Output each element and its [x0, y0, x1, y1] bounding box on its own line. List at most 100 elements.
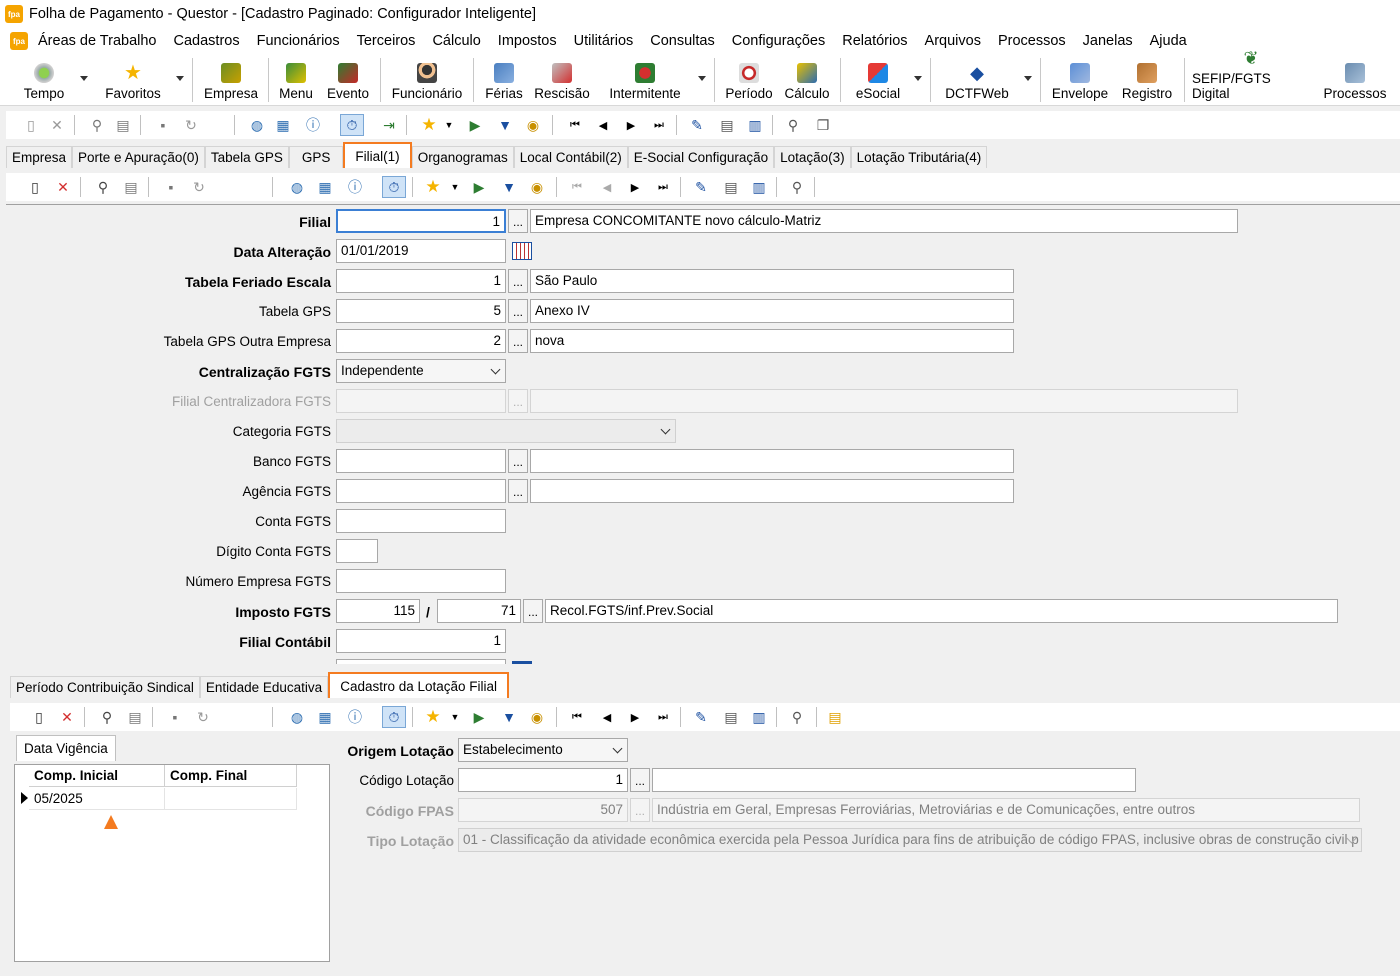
tempo-dropdown-icon[interactable] — [80, 76, 88, 81]
document-icon[interactable]: ▤ — [826, 708, 844, 726]
tab-empresa[interactable]: Empresa — [6, 146, 73, 168]
codigo-lotacao-lookup-button[interactable]: ... — [630, 768, 650, 792]
imposto-code1-input[interactable]: 115 — [336, 599, 420, 623]
timer-icon[interactable]: ⏱ — [340, 114, 364, 136]
filial-lookup-button[interactable]: ... — [508, 209, 528, 233]
tab-entidade-educativa[interactable]: Entidade Educativa — [199, 676, 329, 698]
list-icon[interactable]: ▦ — [316, 178, 334, 196]
filter-icon[interactable]: ▼ — [496, 116, 514, 134]
origem-lotacao-select[interactable]: Estabelecimento — [458, 738, 628, 762]
codigo-lotacao-desc-field[interactable] — [652, 768, 1136, 792]
filial-contabil-input[interactable]: 1 — [336, 629, 506, 653]
preview-icon[interactable]: ⚲ — [788, 708, 806, 726]
calendar-icon[interactable] — [512, 661, 532, 664]
export-icon[interactable]: ▥ — [750, 708, 768, 726]
chart-icon[interactable]: ◉ — [528, 178, 546, 196]
tabela-gps-code-input[interactable]: 5 — [336, 299, 506, 323]
digito-input[interactable] — [336, 539, 378, 563]
filial-code-input[interactable]: 1 — [336, 209, 506, 233]
rescisao-button[interactable]: Rescisão — [532, 54, 592, 106]
tabela-feriado-lookup-button[interactable]: ... — [508, 269, 528, 293]
tempo-button[interactable]: Tempo — [22, 54, 66, 106]
menu-utilitarios[interactable]: Utilitários — [574, 33, 634, 49]
registro-button[interactable]: Registro — [1118, 54, 1176, 106]
star-icon[interactable]: ★ — [424, 177, 442, 196]
first-record-icon[interactable]: ⏮ — [568, 178, 586, 196]
tab-esocial-configuracao[interactable]: E-Social Configuração — [627, 146, 775, 168]
edit-icon[interactable]: ✎ — [692, 178, 710, 196]
funcionario-button[interactable]: Funcionário — [390, 54, 464, 106]
imposto-desc-field[interactable]: Recol.FGTS/inf.Prev.Social — [545, 599, 1338, 623]
favoritos-button[interactable]: ★ Favoritos — [100, 54, 166, 106]
menu-areas-de-trabalho[interactable]: Áreas de Trabalho — [38, 33, 157, 49]
star-dropdown-icon[interactable]: ▼ — [446, 708, 464, 726]
esocial-dropdown-icon[interactable] — [914, 76, 922, 81]
next-record-icon[interactable]: ▶ — [622, 116, 640, 134]
evento-button[interactable]: Evento — [324, 54, 372, 106]
flag-icon[interactable]: ▶ — [470, 178, 488, 196]
col-comp-inicial[interactable]: Comp. Inicial — [29, 765, 165, 787]
globe-icon[interactable]: ◍ — [288, 708, 306, 726]
timer-icon[interactable]: ⏱ — [382, 706, 406, 728]
menu-arquivos[interactable]: Arquivos — [925, 33, 981, 49]
refresh-icon[interactable]: ↻ — [182, 116, 200, 134]
menu-cadastros[interactable]: Cadastros — [174, 33, 240, 49]
globe-icon[interactable]: ◍ — [248, 116, 266, 134]
filter-icon[interactable]: ▼ — [500, 178, 518, 196]
processos-button[interactable]: Processos — [1322, 54, 1388, 106]
flag-icon[interactable]: ▶ — [466, 116, 484, 134]
menu-configuracoes[interactable]: Configurações — [732, 33, 826, 49]
menu-relatorios[interactable]: Relatórios — [842, 33, 907, 49]
star-icon[interactable]: ★ — [420, 115, 438, 134]
numero-empresa-input[interactable] — [336, 569, 506, 593]
next-record-icon[interactable]: ▶ — [626, 708, 644, 726]
flag-icon[interactable]: ▶ — [470, 708, 488, 726]
menu-ajuda[interactable]: Ajuda — [1150, 33, 1187, 49]
tabela-gps-outra-code-input[interactable]: 2 — [336, 329, 506, 353]
next-record-icon[interactable]: ▶ — [626, 178, 644, 196]
col-comp-final[interactable]: Comp. Final — [165, 765, 297, 787]
delete-icon[interactable]: ✕ — [54, 178, 72, 196]
menu-consultas[interactable]: Consultas — [650, 33, 714, 49]
prev-record-icon[interactable]: ◀ — [598, 708, 616, 726]
report-icon[interactable]: ▤ — [718, 116, 736, 134]
menu-button[interactable]: Menu — [276, 54, 316, 106]
tabela-gps-desc-field[interactable]: Anexo IV — [530, 299, 1014, 323]
tab-tabela-gps[interactable]: Tabela GPS — [204, 146, 289, 168]
menu-processos[interactable]: Processos — [998, 33, 1066, 49]
new-icon[interactable]: ▯ — [30, 708, 48, 726]
centralizacao-select[interactable]: Independente — [336, 359, 506, 383]
star-dropdown-icon[interactable]: ▼ — [446, 178, 464, 196]
info-icon[interactable]: ⓘ — [346, 178, 364, 196]
refresh-icon[interactable]: ↻ — [194, 708, 212, 726]
print-icon[interactable]: ▤ — [122, 178, 140, 196]
delete-icon[interactable]: ✕ — [48, 116, 66, 134]
delete-icon[interactable]: ✕ — [58, 708, 76, 726]
tab-gps[interactable]: GPS — [288, 146, 344, 168]
calendar-icon[interactable] — [512, 242, 532, 260]
tabela-feriado-desc-field[interactable]: São Paulo — [530, 269, 1014, 293]
save-icon[interactable]: ▪ — [162, 178, 180, 196]
favoritos-dropdown-icon[interactable] — [176, 76, 184, 81]
menu-calculo[interactable]: Cálculo — [432, 33, 480, 49]
save-icon[interactable]: ▪ — [166, 708, 184, 726]
info-icon[interactable]: ⓘ — [304, 116, 322, 134]
calculo-button[interactable]: Cálculo — [782, 54, 832, 106]
codigo-lotacao-input[interactable]: 1 — [458, 768, 628, 792]
dctfweb-dropdown-icon[interactable] — [1024, 76, 1032, 81]
menu-terceiros[interactable]: Terceiros — [357, 33, 416, 49]
first-record-icon[interactable]: ⏮ — [566, 116, 584, 134]
last-record-icon[interactable]: ⏭ — [654, 708, 672, 726]
table-row-comp-inicial[interactable]: 05/2025 — [29, 788, 165, 810]
find-icon[interactable]: ⚲ — [94, 178, 112, 196]
app-menu-icon[interactable]: fpa — [10, 32, 28, 50]
agencia-desc-field[interactable] — [530, 479, 1014, 503]
imposto-code2-input[interactable]: 71 — [437, 599, 521, 623]
report-icon[interactable]: ▤ — [722, 708, 740, 726]
tab-filial[interactable]: Filial(1) — [343, 142, 412, 168]
new-icon[interactable]: ▯ — [22, 116, 40, 134]
find-icon[interactable]: ⚲ — [88, 116, 106, 134]
star-icon[interactable]: ★ — [424, 707, 442, 726]
banco-desc-field[interactable] — [530, 449, 1014, 473]
chart-icon[interactable]: ◉ — [528, 708, 546, 726]
